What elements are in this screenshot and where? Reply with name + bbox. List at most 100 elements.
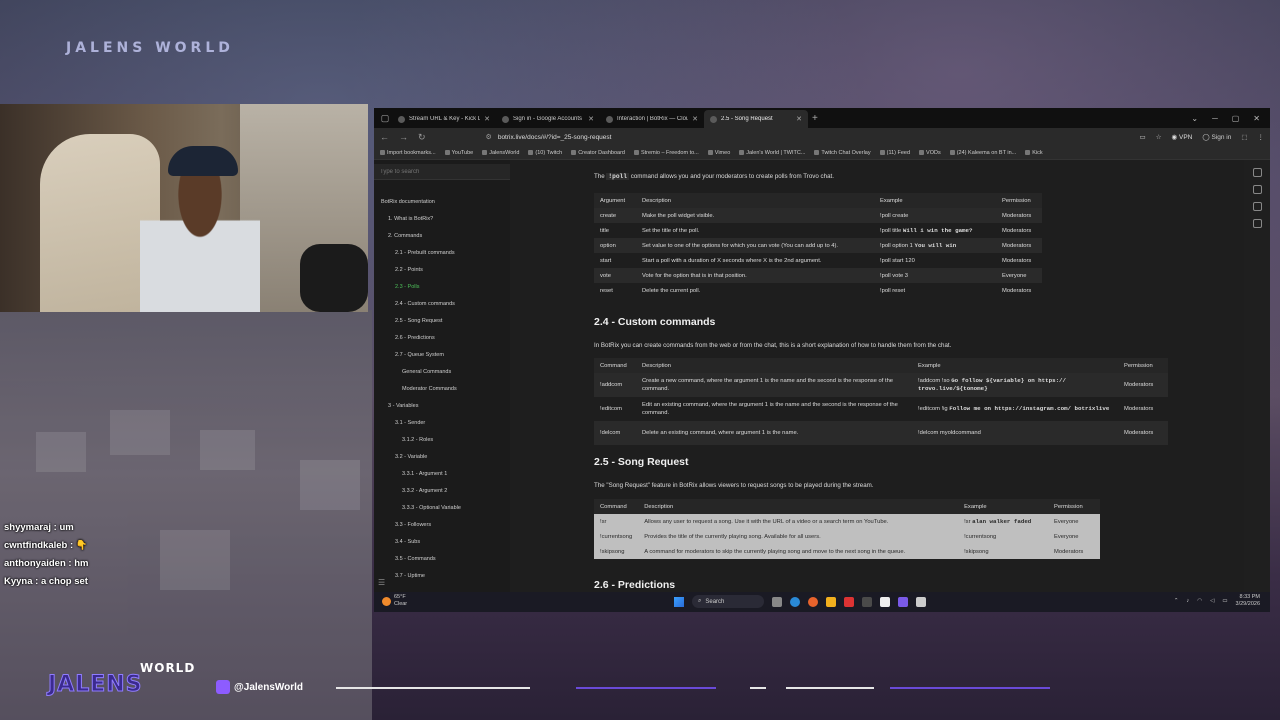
forward-icon[interactable]: → bbox=[399, 132, 408, 142]
tab-close-icon[interactable]: ✕ bbox=[484, 115, 490, 123]
tab-title[interactable]: Sign in - Google Accounts bbox=[513, 116, 584, 122]
sidebar-link[interactable]: 3.3.2 - Argument 2 bbox=[374, 483, 510, 500]
bookmark-item[interactable]: (11) Feed bbox=[879, 150, 910, 156]
tab-close-icon[interactable]: ✕ bbox=[588, 115, 594, 123]
task-view-icon[interactable] bbox=[772, 596, 782, 607]
sidebar-link[interactable]: 2.4 - Custom commands bbox=[374, 296, 510, 313]
menu-icon[interactable]: ⋮ bbox=[1258, 133, 1265, 141]
tab-title[interactable]: Stream URL & Key - Kick Dashb bbox=[409, 116, 480, 122]
sidebar-link[interactable]: 3.3.1 - Argument 1 bbox=[374, 466, 510, 483]
sidebar-link[interactable]: 2.7 - Queue System bbox=[374, 347, 510, 364]
bookmark-label[interactable]: Kick bbox=[1032, 150, 1042, 156]
edge-icon[interactable] bbox=[790, 596, 800, 607]
sidebar-link[interactable]: 2. Commands bbox=[374, 228, 510, 245]
browser-tab[interactable]: Stream URL & Key - Kick Dashb ✕ bbox=[392, 110, 496, 128]
bookmark-label[interactable]: (10) Twitch bbox=[535, 150, 562, 156]
bookmark-label[interactable]: (11) Feed bbox=[887, 150, 910, 156]
obs-icon[interactable] bbox=[862, 596, 872, 607]
bookmark-item[interactable]: Stremio – Freedom to... bbox=[633, 150, 699, 156]
app-icon[interactable] bbox=[880, 596, 890, 607]
downloads-icon[interactable] bbox=[1252, 219, 1262, 228]
file-explorer-icon[interactable] bbox=[826, 596, 836, 607]
tab-close-icon[interactable]: ✕ bbox=[692, 115, 698, 123]
tab-title[interactable]: 2.5 - Song Request bbox=[721, 116, 792, 122]
minimize-icon[interactable]: ─ bbox=[1212, 114, 1218, 123]
bookmark-label[interactable]: Creator Dashboard bbox=[578, 150, 625, 156]
sidebar-link[interactable]: 3.3.3 - Optional Variable bbox=[374, 500, 510, 517]
browser-tab[interactable]: 2.5 - Song Request ✕ bbox=[704, 110, 808, 128]
sidebar-link[interactable]: 2.5 - Song Request bbox=[374, 313, 510, 330]
browser-tab[interactable]: Sign in - Google Accounts ✕ bbox=[496, 110, 600, 128]
sidebar-link[interactable]: 3.7 - Uptime bbox=[374, 568, 510, 585]
bookmark-label[interactable]: VODs bbox=[926, 150, 941, 156]
bookmark-label[interactable]: Stremio – Freedom to... bbox=[641, 150, 699, 156]
sidebar-link[interactable]: Moderator Commands bbox=[374, 381, 510, 398]
browser-tab[interactable]: Interaction | BotRix — Cloud St ✕ bbox=[600, 110, 704, 128]
volume-icon[interactable]: ◁ bbox=[1210, 598, 1214, 604]
url-text[interactable]: botrix.live/docs/#/?id=_25-song-request bbox=[498, 134, 612, 141]
battery-icon[interactable]: ▭ bbox=[1222, 598, 1227, 604]
side-panel-icon[interactable] bbox=[1252, 168, 1262, 177]
bookmark-star-icon[interactable]: ☆ bbox=[1156, 133, 1162, 141]
sidebar-collapse-icon[interactable]: ☰ bbox=[378, 578, 385, 587]
bookmark-label[interactable]: Jalen's World | TWITC... bbox=[746, 150, 805, 156]
bookmark-label[interactable]: JalensWorld bbox=[489, 150, 519, 156]
network-icon[interactable]: ◠ bbox=[1197, 598, 1202, 604]
mic-icon[interactable]: ♪ bbox=[1187, 598, 1190, 604]
extensions-icon[interactable]: ⬚ bbox=[1241, 133, 1247, 141]
bookmark-label[interactable]: YouTube bbox=[452, 150, 474, 156]
site-info-icon[interactable]: ⚙ bbox=[486, 133, 492, 141]
sidebar-link[interactable]: 3.5 - Commands bbox=[374, 551, 510, 568]
reader-icon[interactable]: ▭ bbox=[1140, 133, 1146, 141]
tab-title[interactable]: Interaction | BotRix — Cloud St bbox=[617, 116, 688, 122]
docs-search-input[interactable] bbox=[380, 169, 500, 175]
url-field[interactable]: ⚙ botrix.live/docs/#/?id=_25-song-reques… bbox=[486, 133, 612, 142]
tab-close-icon[interactable]: ✕ bbox=[796, 115, 802, 123]
bookmark-label[interactable]: (24) Kaleema on BT in... bbox=[957, 150, 1017, 156]
bookmark-label[interactable]: Vimeo bbox=[715, 150, 731, 156]
sidebar-link[interactable]: 3 - Variables bbox=[374, 398, 510, 415]
bookmark-item[interactable]: JalensWorld bbox=[482, 150, 519, 156]
sidebar-link[interactable]: BotRix documentation bbox=[374, 194, 510, 211]
bookmark-item[interactable]: Twitch Chat Overlay bbox=[814, 150, 871, 156]
bookmark-item[interactable]: Import bookmarks... bbox=[380, 150, 436, 156]
history-icon[interactable] bbox=[1252, 185, 1262, 194]
sidebar-link[interactable]: 3.4 - Subs bbox=[374, 534, 510, 551]
discord-icon[interactable] bbox=[898, 596, 908, 607]
sidebar-link[interactable]: 2.6 - Predictions bbox=[374, 330, 510, 347]
bookmark-item[interactable]: (24) Kaleema on BT in... bbox=[949, 150, 1017, 156]
firefox-icon[interactable] bbox=[808, 596, 818, 607]
bookmark-item[interactable]: Creator Dashboard bbox=[571, 150, 625, 156]
sidebar-link[interactable]: 2.3 - Polls bbox=[374, 279, 510, 296]
sidebar-link[interactable]: 2.1 - Prebuilt commands bbox=[374, 245, 510, 262]
vpn-button[interactable]: ◉ VPN bbox=[1172, 133, 1193, 141]
back-icon[interactable]: ← bbox=[380, 132, 389, 142]
sidebar-link[interactable]: 3.3 - Followers bbox=[374, 517, 510, 534]
bookmark-item[interactable]: (10) Twitch bbox=[528, 150, 562, 156]
sidebar-link[interactable]: 1. What is BotRix? bbox=[374, 211, 510, 228]
new-tab-button[interactable]: + bbox=[812, 113, 818, 124]
sign-in-button[interactable]: ◯ Sign in bbox=[1202, 133, 1231, 141]
sidebar-link[interactable]: General Commands bbox=[374, 364, 510, 381]
bookmark-item[interactable]: YouTube bbox=[444, 150, 474, 156]
reload-icon[interactable]: ↻ bbox=[418, 132, 426, 143]
sidebar-link[interactable]: 3.1.2 - Roles bbox=[374, 432, 510, 449]
sidebar-link[interactable]: 3.1 - Sender bbox=[374, 415, 510, 432]
app-icon[interactable] bbox=[916, 596, 926, 607]
maximize-icon[interactable]: ▢ bbox=[1232, 114, 1240, 123]
docs-search[interactable] bbox=[374, 164, 510, 180]
start-icon[interactable] bbox=[674, 596, 684, 607]
bookmark-item[interactable]: Vimeo bbox=[707, 150, 731, 156]
bookmark-item[interactable]: Kick bbox=[1025, 150, 1043, 156]
bookmark-item[interactable]: Jalen's World | TWITC... bbox=[739, 150, 805, 156]
favorites-icon[interactable] bbox=[1252, 202, 1262, 211]
sidebar-link[interactable]: 3.2 - Variable bbox=[374, 449, 510, 466]
tray-chevron-icon[interactable]: ⌃ bbox=[1174, 598, 1179, 604]
bookmark-label[interactable]: Import bookmarks... bbox=[387, 150, 436, 156]
sidebar-link[interactable]: 2.2 - Points bbox=[374, 262, 510, 279]
close-window-icon[interactable]: ✕ bbox=[1253, 114, 1260, 123]
sidebar-toggle-icon[interactable]: ▢ bbox=[378, 111, 392, 125]
youtube-icon[interactable] bbox=[844, 596, 854, 607]
clock[interactable]: 8:33 PM 3/29/2026 bbox=[1236, 594, 1260, 608]
bookmark-item[interactable]: VODs bbox=[919, 150, 941, 156]
